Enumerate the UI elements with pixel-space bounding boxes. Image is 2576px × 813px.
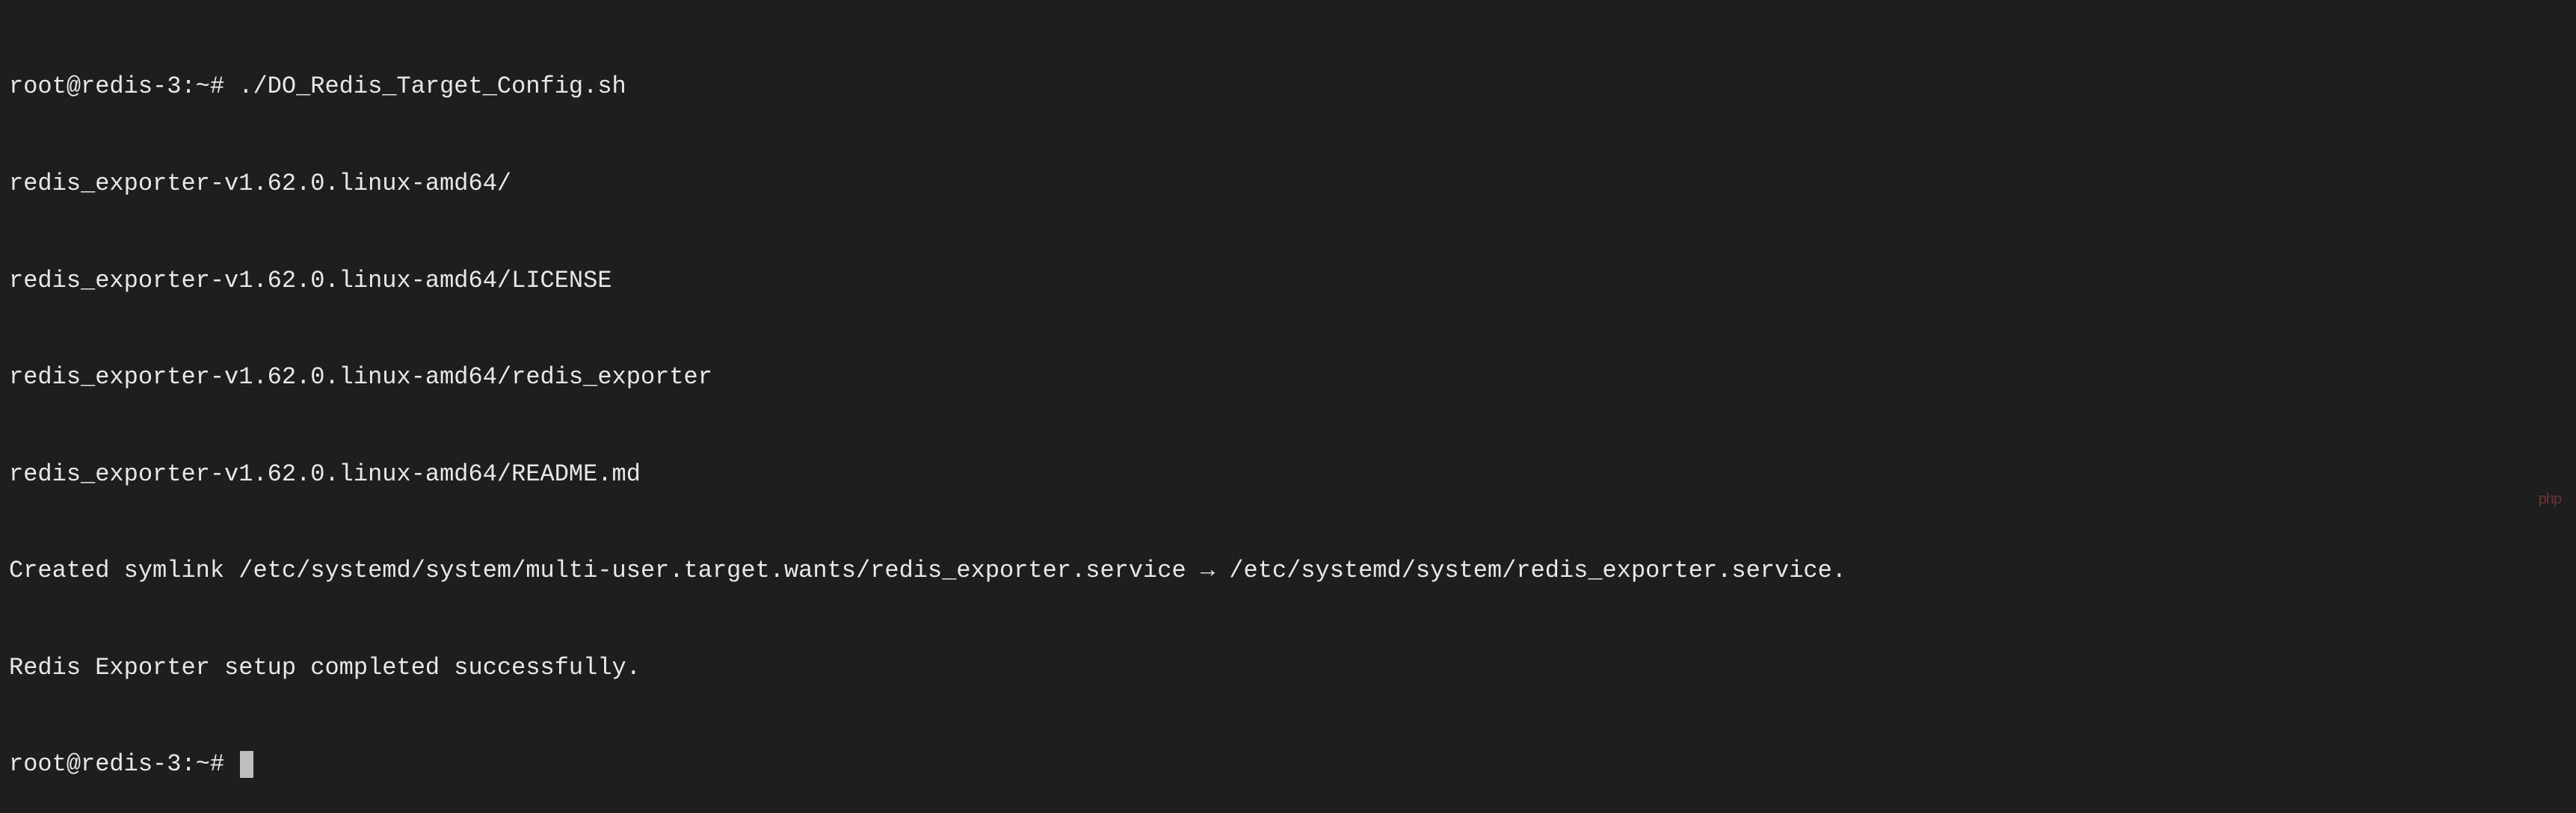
output-line: redis_exporter-v1.62.0.linux-amd64/READM…: [9, 458, 2567, 490]
output-line: redis_exporter-v1.62.0.linux-amd64/redis…: [9, 361, 2567, 393]
watermark-text: php: [2539, 489, 2561, 510]
command-line-1: root@redis-3:~# ./DO_Redis_Target_Config…: [9, 70, 2567, 102]
output-line: redis_exporter-v1.62.0.linux-amd64/: [9, 167, 2567, 200]
output-line: Created symlink /etc/systemd/system/mult…: [9, 554, 2567, 587]
terminal-output[interactable]: root@redis-3:~# ./DO_Redis_Target_Config…: [9, 6, 2567, 813]
output-line: Redis Exporter setup completed successfu…: [9, 652, 2567, 684]
shell-prompt: root@redis-3:~#: [9, 750, 224, 778]
command-text: ./DO_Redis_Target_Config.sh: [238, 72, 626, 100]
command-line-2: root@redis-3:~#: [9, 748, 2567, 780]
cursor-icon: [240, 751, 253, 778]
shell-prompt: root@redis-3:~#: [9, 72, 224, 100]
output-line: redis_exporter-v1.62.0.linux-amd64/LICEN…: [9, 265, 2567, 297]
